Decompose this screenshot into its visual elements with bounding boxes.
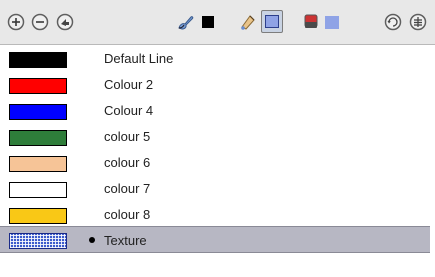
colour-row-texture[interactable]: Texture xyxy=(0,226,430,253)
colour-label: Texture xyxy=(104,233,147,248)
colour-row-default-line[interactable]: Default Line xyxy=(0,46,430,71)
colour-swatch xyxy=(9,156,67,172)
brush-icon xyxy=(178,16,194,30)
colour-row-colour-2[interactable]: Colour 2 xyxy=(0,72,430,97)
palette-toolbar xyxy=(0,0,435,45)
minus-circle-icon xyxy=(31,13,49,31)
texture-icon xyxy=(304,14,318,28)
colour-row-colour-6[interactable]: colour 6 xyxy=(0,150,430,175)
colour-row-colour-7[interactable]: colour 7 xyxy=(0,176,430,201)
colour-swatch xyxy=(9,104,67,120)
colour-palette-panel: Default Line Colour 2 Colour 4 colour 5 … xyxy=(0,0,435,277)
colour-options-button[interactable] xyxy=(54,11,76,33)
colour-swatch xyxy=(9,182,67,198)
colour-label: colour 8 xyxy=(104,207,151,222)
refresh-icon xyxy=(384,13,402,31)
colour-label: Default Line xyxy=(104,51,174,66)
texture-colour-button[interactable] xyxy=(300,11,344,33)
remove-colour-button[interactable] xyxy=(29,11,51,33)
colour-swatch xyxy=(9,52,67,68)
add-colour-button[interactable] xyxy=(5,11,27,33)
menu-button[interactable] xyxy=(407,11,429,33)
options-arrow-icon xyxy=(56,13,74,31)
plus-circle-icon xyxy=(7,13,25,31)
colour-row-colour-5[interactable]: colour 5 xyxy=(0,124,430,149)
colour-row-colour-4[interactable]: Colour 4 xyxy=(0,98,430,123)
colour-row-colour-8[interactable]: colour 8 xyxy=(0,202,430,227)
fill-colour-swatch xyxy=(265,15,279,28)
colour-label: Colour 4 xyxy=(104,103,154,118)
line-colour-swatch xyxy=(202,16,214,28)
refresh-button[interactable] xyxy=(382,11,404,33)
colour-label: Colour 2 xyxy=(104,77,154,92)
line-colour-button[interactable] xyxy=(176,11,220,33)
colour-swatch xyxy=(9,78,67,94)
paint-bucket-icon xyxy=(241,15,255,30)
colour-label: colour 6 xyxy=(104,155,151,170)
colour-label: colour 5 xyxy=(104,129,151,144)
current-colour-bullet-icon xyxy=(89,237,95,243)
texture-swatch xyxy=(9,233,67,249)
colour-swatch xyxy=(9,208,67,224)
menu-icon xyxy=(409,13,427,31)
fill-colour-button[interactable] xyxy=(238,10,284,34)
colour-label: colour 7 xyxy=(104,181,151,196)
texture-colour-swatch xyxy=(325,16,339,29)
colour-swatch xyxy=(9,130,67,146)
